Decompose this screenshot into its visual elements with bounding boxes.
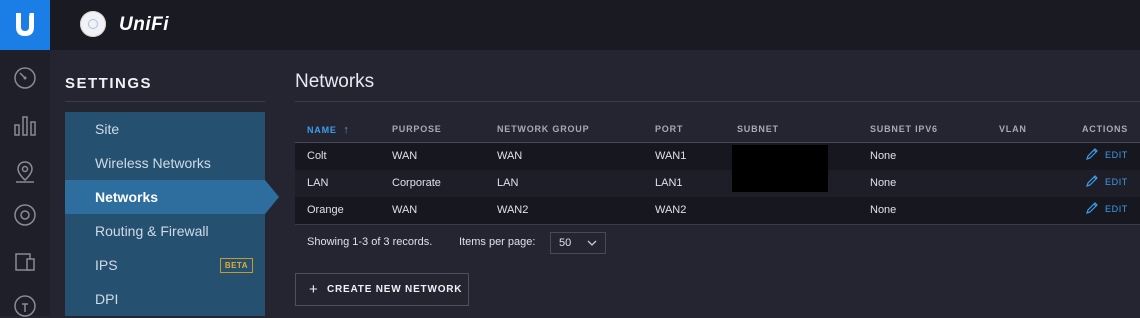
settings-panel: SETTINGS Site Wireless Networks Networks…: [50, 50, 280, 316]
create-new-network-button[interactable]: + CREATE NEW NETWORK: [295, 273, 469, 306]
plus-icon: +: [309, 281, 319, 298]
insights-icon[interactable]: [13, 294, 37, 318]
divider: [65, 101, 265, 102]
top-bar: UniFi: [0, 0, 1140, 50]
cell-port: WAN1: [655, 150, 687, 162]
nav-rail: [0, 50, 51, 318]
devices-circle-icon[interactable]: [13, 203, 37, 227]
app-title: UniFi: [119, 14, 169, 35]
clients-devices-icon[interactable]: [13, 250, 37, 274]
edit-link[interactable]: EDIT: [1086, 202, 1128, 214]
menu-item-label: Site: [95, 121, 120, 137]
ubiquiti-logo-icon[interactable]: [0, 0, 50, 50]
items-per-page-value: 50: [559, 237, 572, 249]
column-header-network-group[interactable]: NETWORK GROUP: [497, 124, 589, 134]
main-content: Networks NAME ↑ PURPOSE NETWORK GROUP PO…: [280, 50, 1140, 316]
column-header-purpose[interactable]: PURPOSE: [392, 124, 442, 134]
table-row[interactable]: Colt WAN WAN WAN1 None EDIT: [295, 143, 1140, 170]
map-pin-icon[interactable]: [13, 160, 37, 184]
beta-badge: BETA: [219, 258, 253, 273]
device-icon: [80, 11, 106, 37]
records-count: Showing 1-3 of 3 records.: [307, 236, 433, 248]
statistics-bars-icon[interactable]: [13, 113, 37, 137]
cell-name: LAN: [307, 177, 329, 189]
divider: [295, 101, 1140, 102]
menu-item-site[interactable]: Site: [65, 112, 265, 146]
cell-name: Colt: [307, 150, 327, 162]
table-row[interactable]: Orange WAN WAN2 WAN2 None EDIT: [295, 197, 1140, 225]
pencil-icon: [1086, 175, 1098, 187]
table-row[interactable]: LAN Corporate LAN LAN1 None EDIT: [295, 170, 1140, 197]
menu-item-label: Networks: [95, 189, 159, 205]
menu-item-dpi[interactable]: DPI: [65, 282, 265, 316]
column-header-subnet-ipv6[interactable]: SUBNET IPV6: [870, 124, 938, 134]
menu-item-label: Routing & Firewall: [95, 223, 209, 239]
menu-item-networks[interactable]: Networks: [65, 180, 279, 214]
menu-item-ips[interactable]: IPS BETA: [65, 248, 265, 282]
networks-table: NAME ↑ PURPOSE NETWORK GROUP PORT SUBNET…: [295, 120, 1140, 225]
column-header-vlan[interactable]: VLAN: [999, 124, 1027, 134]
cell-purpose: Corporate: [392, 177, 441, 189]
menu-item-routing-firewall[interactable]: Routing & Firewall: [65, 214, 265, 248]
create-button-label: CREATE NEW NETWORK: [327, 284, 463, 295]
cell-subnet-ipv6: None: [870, 177, 897, 189]
column-header-port[interactable]: PORT: [655, 124, 683, 134]
cell-port: LAN1: [655, 177, 683, 189]
column-header-name[interactable]: NAME ↑: [307, 124, 350, 136]
menu-item-label: DPI: [95, 291, 119, 307]
pencil-icon: [1086, 202, 1098, 214]
redacted-subnet-block: [732, 145, 828, 192]
dashboard-gauge-icon[interactable]: [13, 66, 37, 90]
cell-network-group: WAN: [497, 150, 523, 162]
edit-link[interactable]: EDIT: [1086, 148, 1128, 160]
cell-subnet-ipv6: None: [870, 204, 897, 216]
page-title: Networks: [295, 71, 375, 92]
settings-title: SETTINGS: [65, 75, 153, 92]
table-header: NAME ↑ PURPOSE NETWORK GROUP PORT SUBNET…: [295, 120, 1140, 143]
chevron-down-icon: [587, 240, 597, 246]
items-per-page-label: Items per page:: [459, 236, 536, 248]
cell-subnet-ipv6: None: [870, 150, 897, 162]
edit-link[interactable]: EDIT: [1086, 175, 1128, 187]
cell-purpose: WAN: [392, 150, 418, 162]
items-per-page-select[interactable]: 50: [550, 232, 606, 254]
cell-network-group: LAN: [497, 177, 519, 189]
cell-purpose: WAN: [392, 204, 418, 216]
settings-menu: Site Wireless Networks Networks Routing …: [65, 112, 279, 316]
menu-item-wireless-networks[interactable]: Wireless Networks: [65, 146, 265, 180]
menu-item-label: Wireless Networks: [95, 155, 211, 171]
cell-network-group: WAN2: [497, 204, 529, 216]
pencil-icon: [1086, 148, 1098, 160]
cell-port: WAN2: [655, 204, 687, 216]
cell-name: Orange: [307, 204, 344, 216]
menu-item-label: IPS: [95, 257, 118, 273]
sort-ascending-icon: ↑: [343, 124, 350, 136]
column-header-actions: ACTIONS: [1082, 124, 1129, 134]
column-header-subnet[interactable]: SUBNET: [737, 124, 779, 134]
